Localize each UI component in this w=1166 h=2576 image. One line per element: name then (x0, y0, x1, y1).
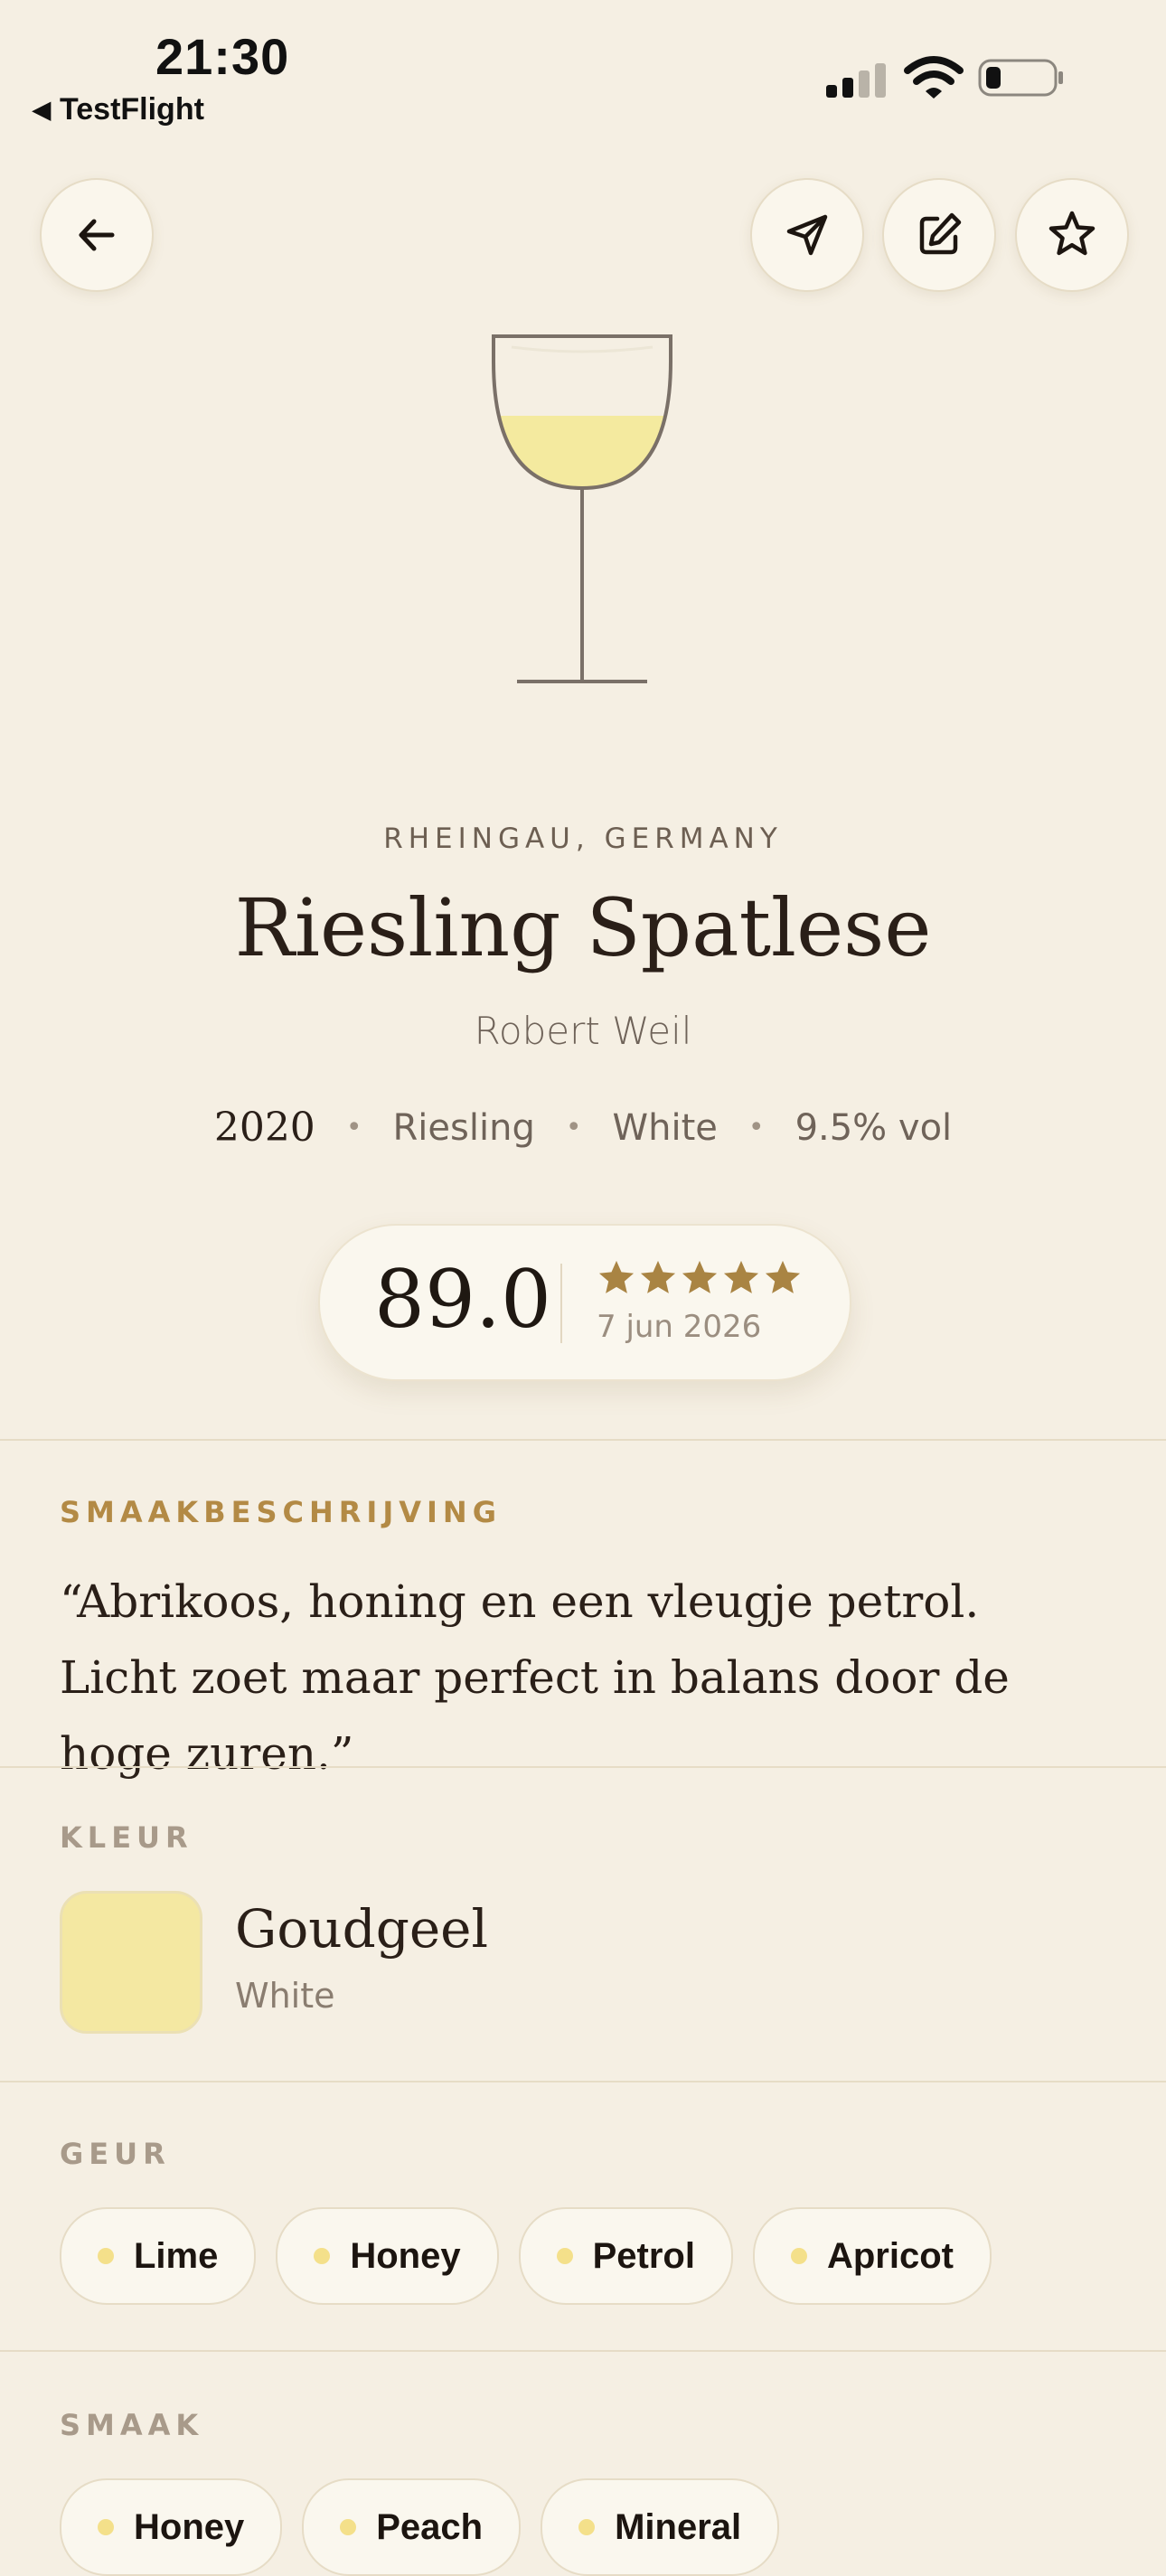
rating-stars (597, 1258, 803, 1298)
rating-pill: 89.0 7 jun 2026 (318, 1224, 851, 1381)
section-divider (0, 2081, 1166, 2082)
aroma-chip-lime[interactable]: Lime (60, 2207, 257, 2305)
wine-grape: Riesling (392, 1106, 535, 1149)
cellular-signal-icon (826, 63, 886, 98)
taste-chip-mineral[interactable]: Mineral (541, 2478, 780, 2576)
back-to-app-link[interactable]: ◀ TestFlight (33, 92, 204, 127)
chip-label: Lime (134, 2235, 219, 2276)
edit-button[interactable] (882, 178, 996, 292)
aroma-chip-petrol[interactable]: Petrol (518, 2207, 733, 2305)
section-divider (0, 1439, 1166, 1441)
wifi-icon (904, 56, 964, 99)
caret-left-icon: ◀ (33, 96, 51, 123)
color-swatch (60, 1891, 202, 2034)
chip-bullet (578, 2519, 596, 2535)
star-outline-icon (1048, 211, 1095, 256)
chip-label: Petrol (592, 2235, 695, 2276)
chip-bullet (98, 2519, 114, 2535)
color-name: Goudgeel (235, 1898, 489, 1960)
wine-abv: 9.5% vol (795, 1106, 953, 1149)
back-button[interactable] (40, 178, 154, 292)
back-app-label: TestFlight (60, 92, 204, 127)
chip-bullet (314, 2248, 331, 2264)
star-icon (640, 1260, 676, 1293)
send-icon (786, 214, 828, 256)
chip-bullet (790, 2248, 807, 2264)
chip-bullet (556, 2248, 573, 2264)
wine-glass-illustration (492, 334, 672, 683)
rating-score: 89.0 (374, 1253, 551, 1346)
separator-dot: • (345, 1112, 362, 1143)
wine-vintage: 2020 (213, 1105, 315, 1151)
star-icon (598, 1260, 635, 1293)
chip-label: Mineral (615, 2506, 742, 2547)
star-icon (765, 1260, 801, 1293)
tasting-quote: “Abrikoos, honing en een vleugje petrol.… (60, 1575, 1010, 1780)
wine-producer: Robert Weil (474, 1009, 692, 1053)
share-button[interactable] (750, 178, 864, 292)
favorite-button[interactable] (1015, 178, 1129, 292)
chip-label: Honey (134, 2506, 245, 2547)
chip-bullet (98, 2248, 114, 2264)
rating-divider (560, 1264, 562, 1343)
wine-meta-row: 2020 • Riesling • White • 9.5% vol (0, 1105, 1166, 1151)
aroma-chips: Lime Honey Petrol Apricot (60, 2207, 992, 2305)
chip-label: Peach (376, 2506, 484, 2547)
color-section-label: KLEUR (60, 1820, 193, 1855)
aroma-section-label: GEUR (60, 2137, 171, 2171)
aroma-chip-apricot[interactable]: Apricot (752, 2207, 992, 2305)
tasting-section-label: SMAAKBESCHRIJVING (60, 1495, 502, 1529)
taste-section-label: SMAAK (60, 2408, 204, 2442)
wine-name: Riesling Spatlese (234, 881, 932, 974)
battery-icon (978, 59, 1063, 97)
status-time: 21:30 (155, 28, 290, 85)
color-type: White (235, 1976, 335, 2016)
section-divider (0, 2350, 1166, 2352)
chip-label: Apricot (826, 2235, 954, 2276)
section-divider (0, 1766, 1166, 1768)
rating-date: 7 jun 2026 (597, 1309, 762, 1345)
star-icon (682, 1260, 718, 1293)
separator-dot: • (565, 1112, 582, 1143)
arrow-left-icon (79, 219, 115, 251)
taste-chip-honey[interactable]: Honey (60, 2478, 283, 2576)
separator-dot: • (748, 1112, 765, 1143)
edit-icon (919, 212, 962, 255)
aroma-chip-honey[interactable]: Honey (276, 2207, 499, 2305)
wine-region: RHEINGAU, GERMANY (383, 823, 783, 855)
taste-chip-peach[interactable]: Peach (302, 2478, 522, 2576)
chip-bullet (340, 2519, 357, 2535)
status-bar: 21:30 ◀ TestFlight (0, 0, 1166, 136)
wine-fill (494, 416, 671, 488)
star-icon (723, 1260, 759, 1293)
wine-type: White (612, 1106, 718, 1149)
chip-label: Honey (350, 2235, 461, 2276)
taste-chips: Honey Peach Mineral (60, 2478, 780, 2576)
